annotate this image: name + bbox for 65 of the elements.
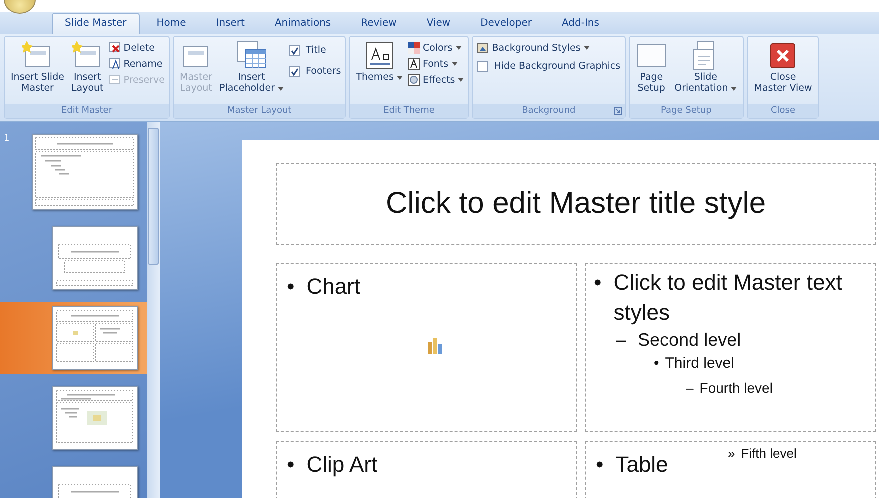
checkbox[interactable]	[289, 45, 300, 56]
bullet-text: Click to edit Master text styles	[614, 269, 844, 327]
ribbon-button[interactable]: Rename	[108, 58, 166, 70]
ribbon-button[interactable]: Delete	[108, 42, 166, 54]
ribbon-tab[interactable]: Home	[144, 13, 200, 34]
chart-icon	[427, 336, 445, 354]
bullet-marker: •	[287, 451, 295, 479]
ribbon-button[interactable]: Effects	[408, 74, 464, 86]
bullet-marker: »	[728, 446, 736, 462]
checkbox-label: Title	[306, 45, 326, 56]
ribbon-button[interactable]: Page Setup	[634, 40, 670, 94]
title-placeholder[interactable]: Click to edit Master title style	[276, 163, 876, 245]
ribbon-tab[interactable]: Animations	[262, 13, 344, 34]
ribbon-button[interactable]: Themes	[354, 40, 405, 83]
slide-thumbnail[interactable]	[33, 135, 137, 209]
bullet-text: Fifth level	[741, 446, 797, 462]
slide-number: 1	[4, 134, 11, 144]
group-label: Background	[522, 106, 576, 116]
bullet-marker: –	[616, 329, 626, 352]
ribbon-tab[interactable]: Slide Master	[52, 13, 140, 34]
ribbon-button[interactable]: Insert Layout	[69, 40, 106, 94]
checkbox-label: Footers	[306, 66, 342, 77]
bullet-marker: •	[594, 269, 602, 297]
scrollbar[interactable]	[147, 122, 160, 498]
group-label: Page Setup	[661, 106, 712, 116]
colors-icon	[408, 42, 420, 54]
slide-title: Click to edit Master title style	[386, 187, 766, 221]
group-label: Close	[771, 106, 796, 116]
ribbon-button[interactable]: Background Styles	[477, 42, 621, 54]
ribbon-tab[interactable]: Review	[348, 13, 410, 34]
ribbon-tab[interactable]: View	[414, 13, 464, 34]
delete-icon	[108, 42, 121, 54]
themes-icon	[364, 40, 396, 72]
dialog-launcher-icon[interactable]	[614, 107, 622, 115]
ribbon-button[interactable]: Colors	[408, 42, 464, 54]
group-label: Edit Theme	[384, 106, 435, 116]
scrollbar-thumb[interactable]	[148, 128, 159, 265]
ribbon-tab[interactable]: Add-Ins	[549, 13, 612, 34]
group-label: Edit Master	[62, 106, 113, 116]
fonts-icon	[408, 58, 420, 70]
placeholder-text: Clip Art	[306, 451, 378, 479]
checkbox[interactable]	[477, 61, 488, 72]
bullet-text: Fourth level	[700, 379, 773, 398]
checkbox[interactable]	[289, 66, 300, 77]
placeholder-text: Chart	[306, 273, 360, 301]
rename-icon	[108, 58, 121, 70]
placeholder-text: Table	[616, 451, 668, 479]
bullet-text: Second level	[638, 329, 742, 352]
bullet-text: Third level	[665, 354, 734, 374]
ribbon-button[interactable]: Close Master View	[752, 40, 814, 94]
ribbon-tab[interactable]: Developer	[468, 13, 546, 34]
bullet-marker: •	[287, 273, 295, 301]
effects-icon	[408, 74, 420, 86]
ribbon-tab[interactable]: Insert	[203, 13, 258, 34]
bullet-marker: –	[686, 379, 694, 398]
ribbon-button[interactable]: Insert Slide Master	[9, 40, 66, 94]
bullet-marker: •	[596, 451, 604, 479]
ribbon-button[interactable]: Insert Placeholder	[217, 40, 286, 94]
thumbnail-row[interactable]	[0, 302, 147, 374]
ribbon-button[interactable]: Fonts	[408, 58, 464, 70]
bullet-marker: •	[654, 354, 660, 374]
ribbon-button[interactable]: Slide Orientation	[672, 40, 740, 94]
group-label: Master Layout	[228, 106, 292, 116]
checkbox-label: Hide Background Graphics	[494, 61, 621, 72]
background-icon	[477, 42, 490, 54]
